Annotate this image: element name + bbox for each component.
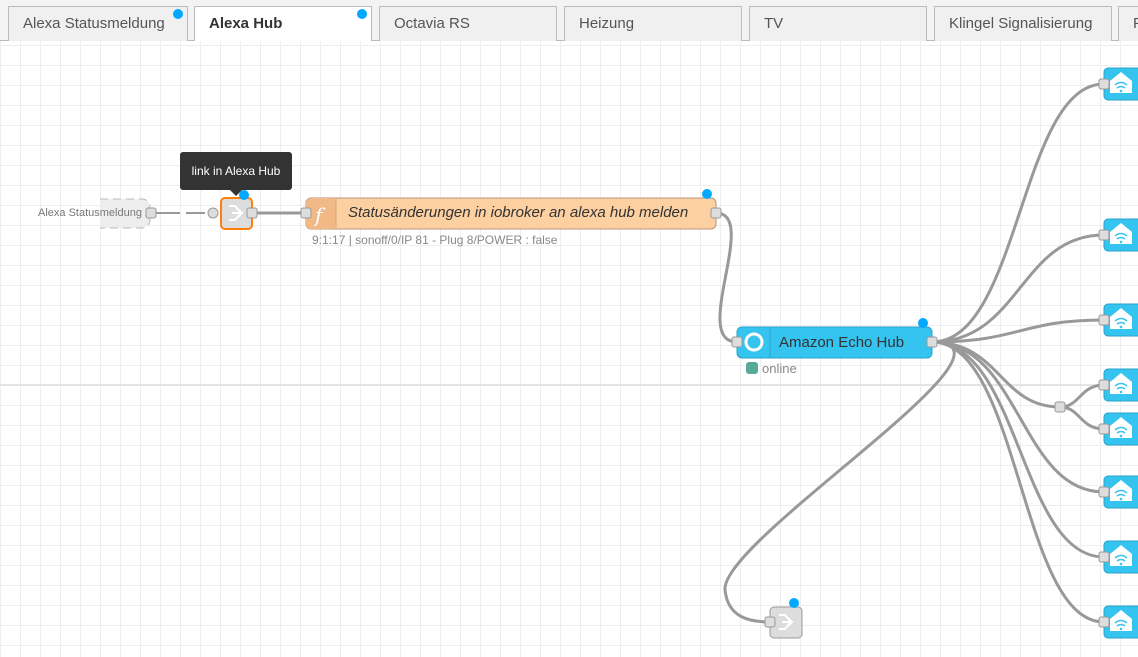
input-port[interactable]: [1098, 423, 1110, 435]
flow-diagram: f: [0, 67, 1138, 639]
changed-indicator: [789, 598, 799, 608]
wire: [715, 211, 738, 344]
echo-label: Amazon Echo Hub: [779, 334, 905, 351]
device-node[interactable]: [1098, 540, 1138, 574]
tooltip: link in Alexa Hub: [180, 152, 292, 196]
input-port[interactable]: [1098, 379, 1110, 391]
changed-indicator: [918, 318, 928, 328]
function-status: 9:1:17 | sonoff/0/IP 81 - Plug 8/POWER :…: [312, 233, 558, 247]
output-port[interactable]: [926, 336, 938, 348]
device-node[interactable]: [1098, 218, 1138, 252]
input-port[interactable]: [764, 616, 776, 628]
changed-indicator: [702, 189, 712, 199]
input-port[interactable]: [731, 336, 743, 348]
input-port[interactable]: [300, 207, 312, 219]
input-port[interactable]: [1098, 78, 1110, 90]
input-port[interactable]: [1098, 314, 1110, 326]
link-source-label: Alexa Statusmeldung: [38, 207, 142, 219]
input-port[interactable]: [1098, 229, 1110, 241]
device-node[interactable]: [1098, 475, 1138, 509]
junction-node[interactable]: [1054, 401, 1066, 413]
echo-status: online: [762, 361, 797, 376]
device-node[interactable]: [1098, 368, 1138, 402]
status-dot: [746, 362, 758, 374]
device-node[interactable]: [1098, 412, 1138, 446]
input-port[interactable]: [1098, 616, 1110, 628]
output-port[interactable]: [145, 207, 157, 219]
link-port[interactable]: [207, 207, 219, 219]
device-node[interactable]: [1098, 605, 1138, 639]
output-port[interactable]: [246, 207, 258, 219]
input-port[interactable]: [1098, 551, 1110, 563]
output-port[interactable]: [710, 207, 722, 219]
device-node[interactable]: [1098, 303, 1138, 337]
input-port[interactable]: [1098, 486, 1110, 498]
function-label: Statusänderungen in iobroker an alexa hu…: [348, 204, 689, 221]
link-out-node[interactable]: [764, 598, 803, 639]
device-node[interactable]: [1098, 67, 1138, 101]
wires: [155, 82, 1105, 624]
